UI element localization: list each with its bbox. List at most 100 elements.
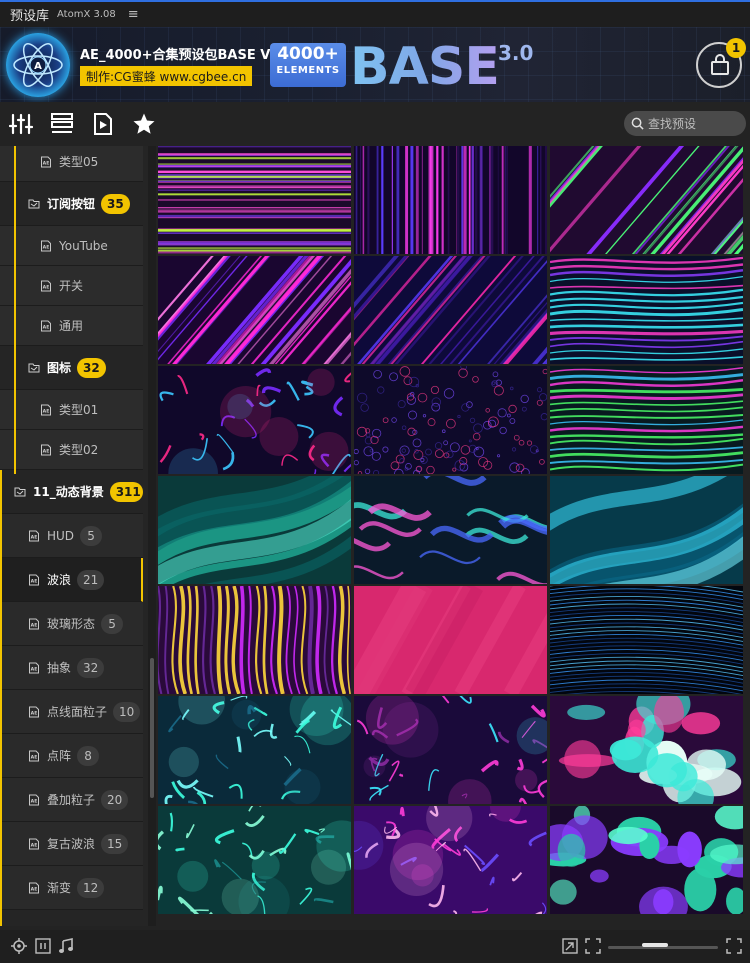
search-box[interactable]: [624, 111, 746, 136]
ae-file-icon: AE: [29, 794, 39, 805]
preset-preview-image: [158, 586, 351, 694]
sidebar-item[interactable]: AE 波浪 21: [0, 558, 143, 602]
sidebar-item[interactable]: AE 玻璃形态 5: [0, 602, 143, 646]
sidebar-item-label: YouTube: [59, 238, 108, 253]
category-sidebar: AE 类型05 订阅按钮 35 AE YouTube AE 开关 AE 通用 图标 32 AE 类型01 A…: [0, 146, 148, 926]
svg-text:AE: AE: [31, 578, 38, 584]
sidebar-item-label: 点阵: [47, 749, 72, 763]
sidebar-item-label: 渐变: [47, 881, 72, 895]
zoom-slider-knob[interactable]: [641, 943, 668, 947]
count-badge: 5: [80, 525, 103, 546]
menu-icon[interactable]: ≡: [128, 7, 139, 22]
sidebar-item[interactable]: 图标 32: [0, 346, 143, 390]
sidebar-scrollbar-thumb[interactable]: [150, 658, 154, 798]
folder-icon: [14, 487, 26, 496]
sidebar-item[interactable]: AE 渐变 12: [0, 866, 143, 910]
sidebar-item-label: 类型01: [59, 403, 99, 417]
sidebar-item-label: 抽象: [47, 661, 72, 675]
sidebar-item-label: 叠加粒子: [47, 793, 96, 807]
cart-button[interactable]: 1: [696, 38, 746, 88]
count-badge: 32: [77, 657, 105, 678]
tree-guide-line: [0, 470, 2, 926]
maker-label[interactable]: 制作:CG蜜蜂 www.cgbee.cn: [80, 66, 253, 86]
music-icon[interactable]: [58, 938, 74, 954]
sidebar-item[interactable]: AE YouTube: [0, 226, 143, 266]
preset-preview-image: [354, 256, 547, 364]
window-title: 预设库: [10, 9, 50, 24]
sliders-icon[interactable]: [9, 112, 33, 136]
play-icon[interactable]: [91, 112, 115, 136]
sidebar-item-label: 复古波浪: [47, 837, 96, 851]
svg-text:AE: AE: [31, 710, 38, 716]
preset-preview-image: [158, 696, 351, 804]
preset-thumbnail[interactable]: [550, 146, 743, 254]
preset-thumbnail[interactable]: [158, 806, 351, 914]
preset-preview-image: [158, 476, 351, 584]
sidebar-item[interactable]: AE 类型02: [0, 430, 143, 470]
sidebar-item[interactable]: AE 点线面粒子 10: [0, 690, 143, 734]
svg-text:AE: AE: [43, 408, 50, 414]
sidebar-item[interactable]: AE 通用: [0, 306, 143, 346]
star-icon[interactable]: [132, 112, 156, 136]
target-icon[interactable]: [11, 938, 27, 954]
preset-grid: [158, 146, 748, 916]
shrink-icon[interactable]: [562, 938, 578, 954]
list-icon[interactable]: [50, 112, 74, 136]
count-badge: 12: [77, 877, 105, 898]
svg-text:AE: AE: [43, 448, 50, 454]
preset-thumbnail[interactable]: [158, 366, 351, 474]
preset-thumbnail[interactable]: [158, 146, 351, 254]
sidebar-item[interactable]: AE 类型05: [0, 146, 143, 182]
preset-preview-image: [158, 256, 351, 364]
sidebar-item[interactable]: 11_动态背景 311: [0, 470, 143, 514]
folder-icon: [28, 363, 40, 372]
preset-thumbnail[interactable]: [354, 696, 547, 804]
sidebar-item[interactable]: AE 叠加粒子 20: [0, 778, 143, 822]
sidebar-item[interactable]: AE 点阵 8: [0, 734, 143, 778]
preset-thumbnail[interactable]: [158, 586, 351, 694]
count-badge: 15: [101, 833, 129, 854]
preset-preview-image: [550, 256, 743, 364]
search-input[interactable]: [648, 116, 738, 131]
preset-preview-image: [158, 366, 351, 474]
preset-thumbnail[interactable]: [550, 806, 743, 914]
sidebar-item-label: 玻璃形态: [47, 617, 96, 631]
sidebar-scrollbar-track[interactable]: [148, 146, 156, 926]
sidebar-item[interactable]: AE 抽象 32: [0, 646, 143, 690]
preset-thumbnail[interactable]: [550, 256, 743, 364]
preset-thumbnail[interactable]: [158, 256, 351, 364]
sidebar-item[interactable]: AE 开关: [0, 266, 143, 306]
sidebar-item[interactable]: AE HUD 5: [0, 514, 143, 558]
ae-file-icon: AE: [41, 240, 51, 251]
fullscreen-icon[interactable]: [726, 938, 742, 954]
preset-thumbnail[interactable]: [550, 366, 743, 474]
preset-preview-image: [158, 806, 351, 914]
svg-text:AE: AE: [31, 886, 38, 892]
preset-thumbnail[interactable]: [354, 256, 547, 364]
svg-text:AE: AE: [31, 842, 38, 848]
sidebar-item[interactable]: AE 类型01: [0, 390, 143, 430]
preset-preview-image: [158, 146, 351, 254]
preset-thumbnail[interactable]: [354, 806, 547, 914]
preset-thumbnail[interactable]: [354, 476, 547, 584]
base-version: 3.0: [498, 41, 534, 65]
pause-icon[interactable]: [35, 938, 51, 954]
search-icon: [631, 117, 644, 130]
ae-file-icon: AE: [29, 618, 39, 629]
preset-thumbnail[interactable]: [354, 586, 547, 694]
sidebar-item[interactable]: AE 复古波浪 15: [0, 822, 143, 866]
preset-thumbnail[interactable]: [550, 476, 743, 584]
count-badge: 5: [101, 613, 124, 634]
preset-thumbnail[interactable]: [550, 586, 743, 694]
preset-thumbnail[interactable]: [354, 146, 547, 254]
svg-text:AE: AE: [43, 324, 50, 330]
preset-thumbnail[interactable]: [158, 696, 351, 804]
elements-count: 4000+: [277, 44, 339, 64]
preset-thumbnail[interactable]: [550, 696, 743, 804]
expand-icon[interactable]: [585, 938, 601, 954]
count-badge: 311: [109, 481, 143, 502]
preset-thumbnail[interactable]: [354, 366, 547, 474]
sidebar-item[interactable]: 订阅按钮 35: [0, 182, 143, 226]
ae-file-icon: AE: [29, 750, 39, 761]
preset-thumbnail[interactable]: [158, 476, 351, 584]
